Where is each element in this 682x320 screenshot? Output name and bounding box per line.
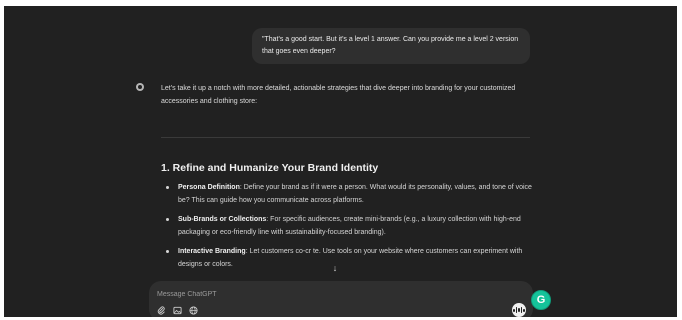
message-input[interactable] bbox=[157, 288, 457, 300]
list-item: Sub-Brands or Collections: For specific … bbox=[166, 213, 536, 239]
bullet-title: Persona Definition bbox=[178, 184, 240, 191]
grammarly-icon[interactable]: G bbox=[531, 290, 551, 310]
user-message-bubble: "That's a good start. But it's a level 1… bbox=[252, 28, 530, 64]
voice-button[interactable] bbox=[512, 303, 526, 317]
section-heading: 1. Refine and Humanize Your Brand Identi… bbox=[161, 162, 379, 174]
divider bbox=[161, 137, 530, 138]
bullet-title: Sub-Brands or Collections bbox=[178, 216, 267, 223]
bullet-list: Persona Definition: Define your brand as… bbox=[166, 181, 536, 277]
bullet-dot-icon bbox=[166, 250, 169, 253]
bullet-title: Interactive Branding bbox=[178, 248, 246, 255]
assistant-avatar-icon bbox=[136, 83, 144, 91]
scroll-down-icon[interactable]: ↓ bbox=[329, 262, 341, 274]
list-item: Persona Definition: Define your brand as… bbox=[166, 181, 536, 207]
chat-window: "That's a good start. But it's a level 1… bbox=[4, 6, 677, 317]
list-item: Interactive Branding: Let customers co-c… bbox=[166, 245, 536, 271]
paperclip-icon[interactable] bbox=[157, 306, 166, 315]
message-composer bbox=[149, 281, 533, 317]
bullet-dot-icon bbox=[166, 218, 169, 221]
globe-icon[interactable] bbox=[189, 306, 198, 315]
image-icon[interactable] bbox=[173, 306, 182, 315]
bullet-dot-icon bbox=[166, 186, 169, 189]
user-message-text: "That's a good start. But it's a level 1… bbox=[262, 36, 519, 55]
assistant-intro-text: Let's take it up a notch with more detai… bbox=[161, 85, 516, 105]
